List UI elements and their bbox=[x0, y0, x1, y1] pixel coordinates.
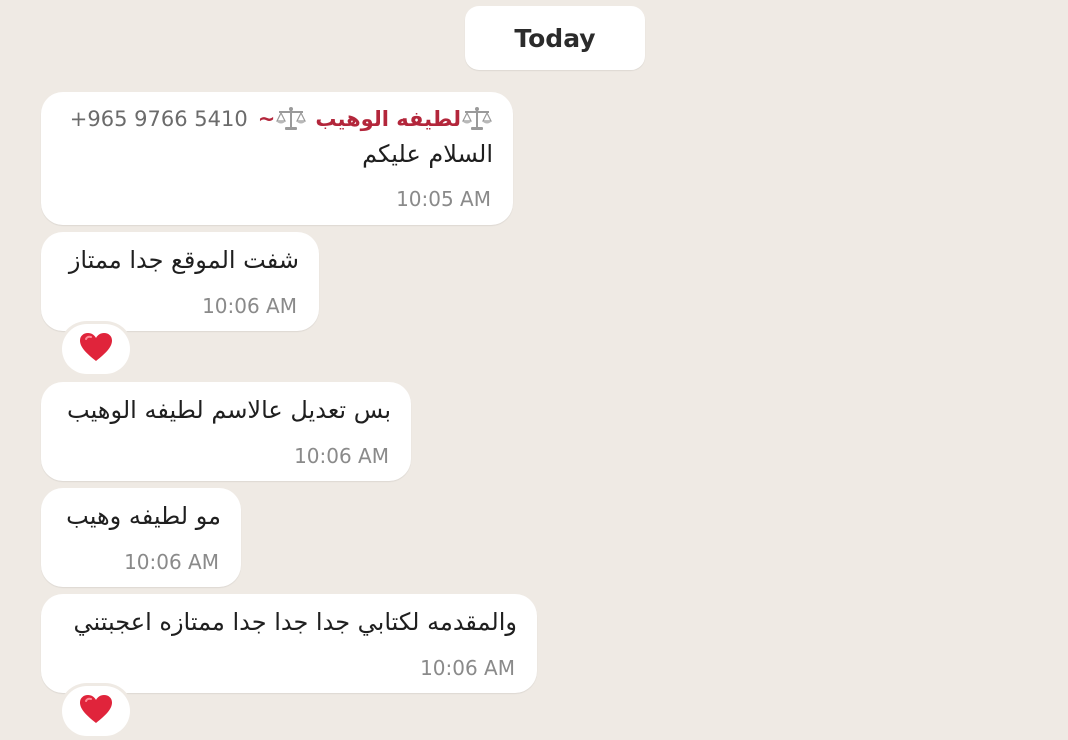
message-timestamp: 10:05 AM bbox=[396, 187, 491, 211]
message-text: السلام عليكم bbox=[362, 140, 493, 168]
message-text: مو لطيفه وهيب bbox=[66, 502, 221, 530]
date-separator-label: Today bbox=[514, 23, 596, 53]
message-bubble[interactable]: +965 9766 5410 ~ لطيفه الوهيب السلام علي… bbox=[41, 92, 513, 225]
message-timestamp: 10:06 AM bbox=[124, 550, 219, 574]
date-separator: Today bbox=[465, 6, 645, 70]
message-text: شفت الموقع جدا ممتاز bbox=[68, 246, 299, 274]
sender-name: لطيفه الوهيب bbox=[315, 107, 461, 131]
balance-scale-icon bbox=[462, 106, 492, 132]
sender-phone: +965 9766 5410 bbox=[69, 107, 248, 131]
message-timestamp: 10:06 AM bbox=[420, 656, 515, 680]
message-reaction[interactable] bbox=[62, 324, 130, 374]
balance-scale-icon bbox=[276, 106, 307, 132]
message-bubble[interactable]: شفت الموقع جدا ممتاز 10:06 AM bbox=[41, 232, 319, 331]
heart-icon bbox=[79, 694, 113, 728]
message-text: بس تعديل عالاسم لطيفه الوهيب bbox=[67, 396, 391, 424]
sender-header[interactable]: +965 9766 5410 ~ لطيفه الوهيب bbox=[70, 102, 493, 136]
message-timestamp: 10:06 AM bbox=[202, 294, 297, 318]
message-text: والمقدمه لكتابي جدا جدا جدا ممتازه اعجبت… bbox=[73, 608, 517, 636]
message-reaction[interactable] bbox=[62, 686, 130, 736]
message-bubble[interactable]: بس تعديل عالاسم لطيفه الوهيب 10:06 AM bbox=[41, 382, 411, 481]
heart-icon bbox=[79, 332, 113, 366]
sender-tilde: ~ bbox=[257, 107, 276, 131]
message-bubble[interactable]: مو لطيفه وهيب 10:06 AM bbox=[41, 488, 241, 587]
message-timestamp: 10:06 AM bbox=[294, 444, 389, 468]
message-bubble[interactable]: والمقدمه لكتابي جدا جدا جدا ممتازه اعجبت… bbox=[41, 594, 537, 693]
